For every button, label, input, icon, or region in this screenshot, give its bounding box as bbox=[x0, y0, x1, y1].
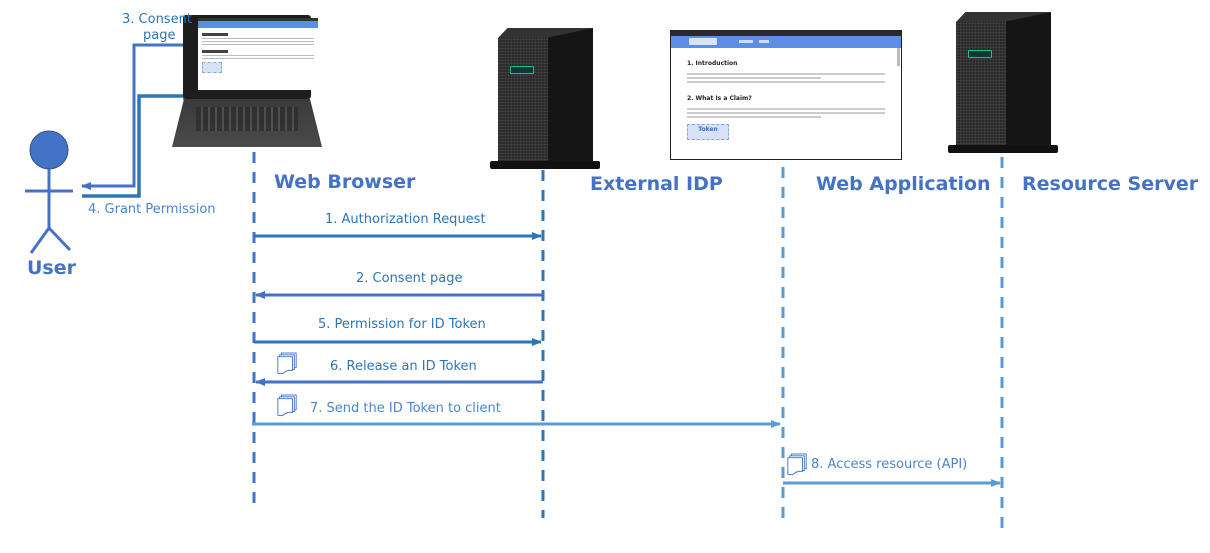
web-application-page-preview: 1. Introduction 2. What Is a Claim? Toke… bbox=[670, 30, 902, 160]
laptop-keys bbox=[196, 107, 298, 131]
actor-label-web-application: Web Application bbox=[816, 173, 991, 195]
message-label-step-4: 4. Grant Permission bbox=[88, 202, 216, 217]
preview-token-box: Token bbox=[687, 124, 729, 140]
idp-server-tower-icon bbox=[490, 28, 600, 173]
preview-heading-claim: 2. What Is a Claim? bbox=[687, 95, 752, 102]
message-label-step-5: 5. Permission for ID Token bbox=[318, 317, 486, 332]
message-label-step-6: 6. Release an ID Token bbox=[330, 359, 477, 374]
message-label-step-1: 1. Authorization Request bbox=[325, 212, 486, 227]
message-label-step-3-line1: 3. Consent bbox=[122, 12, 192, 27]
resource-server-tower-icon bbox=[948, 12, 1058, 157]
token-document-icon bbox=[787, 453, 807, 476]
message-label-step-3-line2: page bbox=[143, 28, 176, 43]
laptop-screen bbox=[198, 18, 318, 90]
actor-label-external-idp: External IDP bbox=[590, 173, 723, 195]
message-label-step-2: 2. Consent page bbox=[356, 271, 463, 286]
laptop-lid bbox=[183, 15, 318, 99]
token-document-icon bbox=[277, 352, 297, 375]
actor-label-resource-server: Resource Server bbox=[1022, 173, 1199, 195]
actor-label-web-browser: Web Browser bbox=[274, 171, 416, 193]
actor-label-user: User bbox=[27, 257, 76, 279]
token-document-icon bbox=[277, 394, 297, 417]
laptop-icon bbox=[172, 15, 322, 150]
user-stick-figure-icon bbox=[25, 130, 73, 254]
message-label-step-7: 7. Send the ID Token to client bbox=[310, 401, 501, 416]
message-label-step-8: 8. Access resource (API) bbox=[811, 457, 968, 472]
preview-heading-introduction: 1. Introduction bbox=[687, 60, 738, 67]
